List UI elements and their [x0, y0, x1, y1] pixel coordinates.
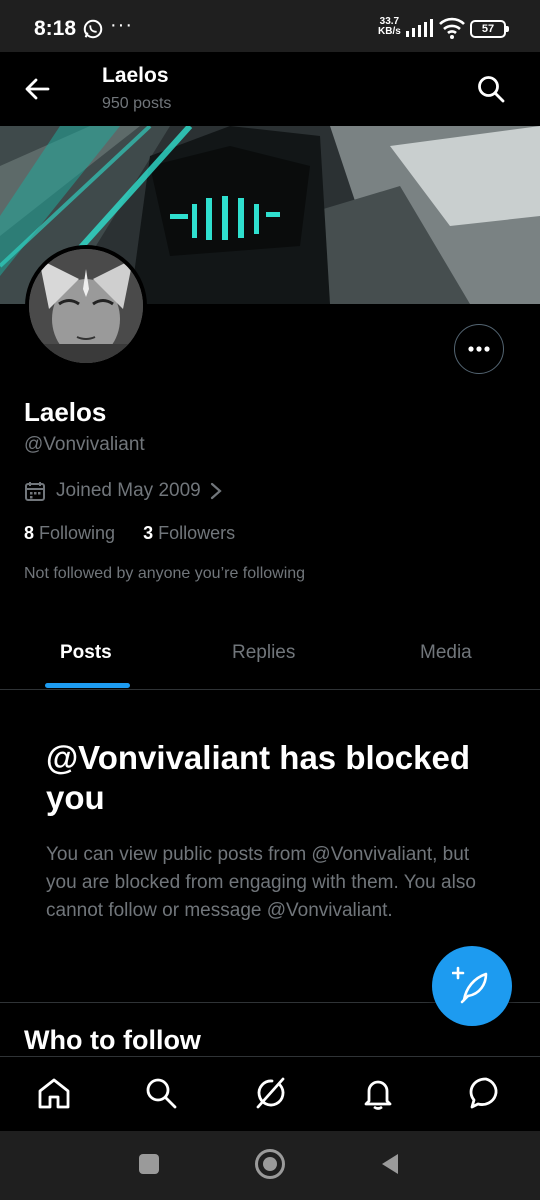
top-app-bar: Laelos 950 posts [0, 52, 540, 126]
profile-tabs: Posts Replies Media [0, 622, 540, 690]
home-icon[interactable] [36, 1075, 72, 1111]
follow-stats: 8 Following 3 Followers [24, 523, 235, 544]
header-post-count: 950 posts [102, 95, 172, 112]
home-button-dot [263, 1157, 277, 1171]
joined-date: Joined May 2009 [56, 480, 201, 501]
more-options-button[interactable] [454, 324, 504, 374]
followers-link[interactable]: 3 Followers [143, 523, 235, 544]
joined-date-row[interactable]: Joined May 2009 [24, 478, 223, 504]
home-button[interactable] [255, 1149, 285, 1179]
net-speed: 33.7 KB/s [378, 17, 401, 37]
active-tab-indicator [45, 683, 130, 688]
net-speed-unit: KB/s [378, 26, 401, 37]
notifications-icon[interactable] [360, 1075, 396, 1111]
profile-avatar[interactable] [25, 245, 147, 367]
calendar-icon [25, 482, 45, 501]
whatsapp-icon [83, 19, 103, 39]
status-more-dots: ··· [110, 14, 133, 36]
following-count: 8 [24, 523, 35, 543]
compose-feather-icon [452, 966, 488, 1004]
search-icon[interactable] [143, 1075, 179, 1111]
following-label: Following [39, 523, 116, 543]
profile-handle: @Vonvivaliant [24, 434, 145, 455]
mutual-followers-note: Not followed by anyone you’re following [24, 565, 306, 582]
header-title: Laelos [102, 64, 169, 87]
wifi-icon [439, 17, 465, 39]
profile-name: Laelos [24, 397, 107, 427]
tab-posts[interactable]: Posts [60, 642, 112, 664]
back-arrow-icon[interactable] [20, 72, 54, 106]
followers-count: 3 [143, 523, 154, 543]
status-bar: 8:18 ··· 33.7 KB/s 57 [0, 0, 540, 52]
system-navigation-bar [0, 1131, 540, 1200]
battery-icon: 57 [470, 20, 509, 38]
tab-media[interactable]: Media [420, 642, 472, 664]
compose-post-button[interactable] [432, 946, 512, 1026]
blocked-description: You can view public posts from @Vonvival… [46, 844, 476, 921]
followers-label: Followers [158, 523, 236, 543]
chevron-right-icon [210, 482, 222, 500]
search-icon[interactable] [474, 72, 508, 106]
avatar-image [29, 249, 143, 363]
more-dots-icon [468, 346, 490, 352]
who-to-follow-heading: Who to follow [24, 1025, 201, 1055]
tab-replies[interactable]: Replies [232, 642, 295, 664]
signal-icon [406, 19, 433, 37]
recents-button[interactable] [139, 1154, 159, 1174]
back-button[interactable] [378, 1152, 402, 1176]
following-link[interactable]: 8 Following [24, 523, 115, 544]
grok-icon[interactable] [252, 1075, 288, 1111]
messages-icon[interactable] [468, 1075, 504, 1111]
status-time: 8:18 [34, 17, 77, 40]
blocked-title: @Vonvivaliant has blocked you [46, 739, 471, 816]
bottom-navigation [0, 1056, 540, 1131]
